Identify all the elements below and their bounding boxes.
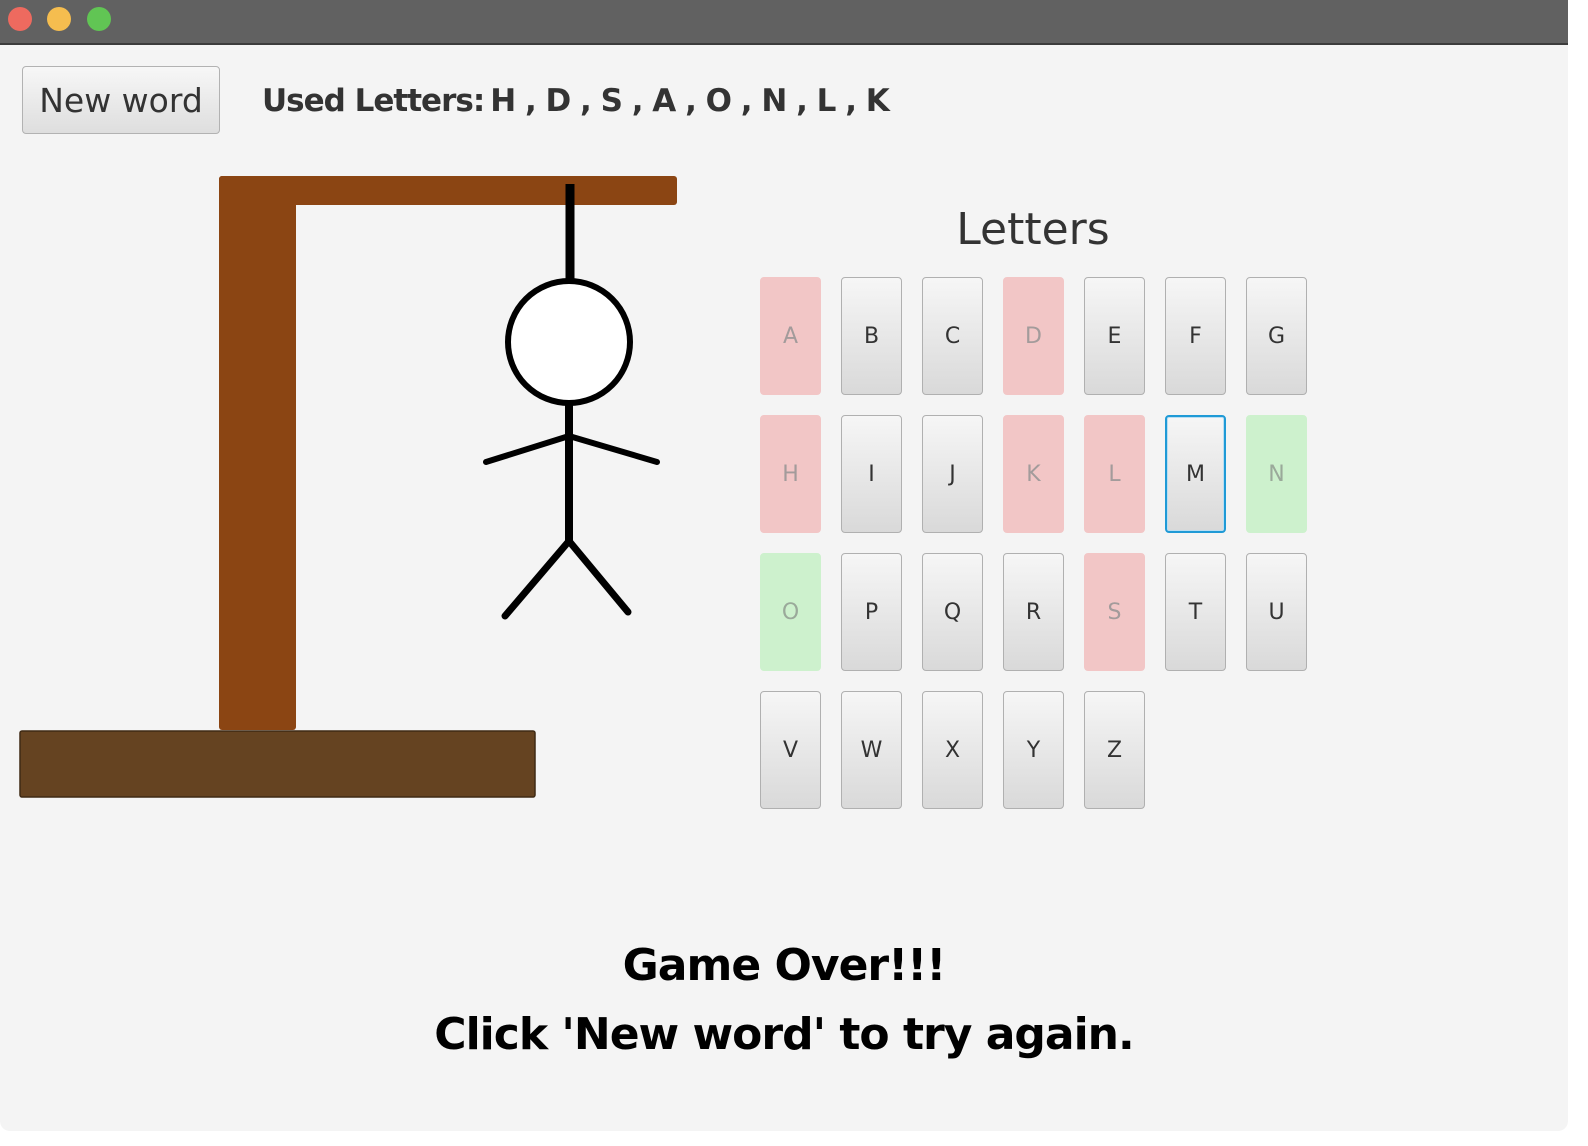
letter-keyboard: ABCDEFG HIJKLMN OPQRSTU VWXYZ bbox=[760, 277, 1320, 817]
gallows-post bbox=[219, 176, 296, 730]
letter-key-c[interactable]: C bbox=[922, 277, 983, 395]
letter-key-n[interactable]: N bbox=[1246, 415, 1307, 533]
game-over-message: Game Over!!! bbox=[622, 940, 947, 991]
letter-key-w[interactable]: W bbox=[841, 691, 902, 809]
letter-key-x[interactable]: X bbox=[922, 691, 983, 809]
letter-key-k[interactable]: K bbox=[1003, 415, 1064, 533]
letter-key-f[interactable]: F bbox=[1165, 277, 1226, 395]
letter-key-a[interactable]: A bbox=[760, 277, 821, 395]
letter-key-v[interactable]: V bbox=[760, 691, 821, 809]
hangman-left-leg bbox=[501, 537, 573, 620]
letter-key-t[interactable]: T bbox=[1165, 553, 1226, 671]
letter-key-i[interactable]: I bbox=[841, 415, 902, 533]
letters-heading: Letters bbox=[956, 204, 1110, 255]
hangman-drawing bbox=[19, 176, 677, 798]
letter-key-y[interactable]: Y bbox=[1003, 691, 1064, 809]
letter-key-r[interactable]: R bbox=[1003, 553, 1064, 671]
gallows-beam bbox=[219, 176, 677, 205]
hangman-right-leg bbox=[565, 537, 632, 616]
letter-key-u[interactable]: U bbox=[1246, 553, 1307, 671]
letter-key-b[interactable]: B bbox=[841, 277, 902, 395]
try-again-message: Click 'New word' to try again. bbox=[434, 1009, 1134, 1060]
letter-key-z[interactable]: Z bbox=[1084, 691, 1145, 809]
hangman-right-arm bbox=[566, 433, 660, 465]
letter-key-h[interactable]: H bbox=[760, 415, 821, 533]
letter-key-q[interactable]: Q bbox=[922, 553, 983, 671]
letter-key-g[interactable]: G bbox=[1246, 277, 1307, 395]
app-window: New word Used Letters: H , D , S , A , O… bbox=[0, 0, 1568, 1131]
letter-key-s[interactable]: S bbox=[1084, 553, 1145, 671]
letter-key-m[interactable]: M bbox=[1165, 415, 1226, 533]
letter-key-d[interactable]: D bbox=[1003, 277, 1064, 395]
letter-key-o[interactable]: O bbox=[760, 553, 821, 671]
letter-key-e[interactable]: E bbox=[1084, 277, 1145, 395]
hangman-head bbox=[505, 278, 633, 406]
letter-key-j[interactable]: J bbox=[922, 415, 983, 533]
letter-key-p[interactable]: P bbox=[841, 553, 902, 671]
gallows-base bbox=[19, 730, 536, 798]
hangman-left-arm bbox=[483, 433, 572, 465]
letter-key-l[interactable]: L bbox=[1084, 415, 1145, 533]
